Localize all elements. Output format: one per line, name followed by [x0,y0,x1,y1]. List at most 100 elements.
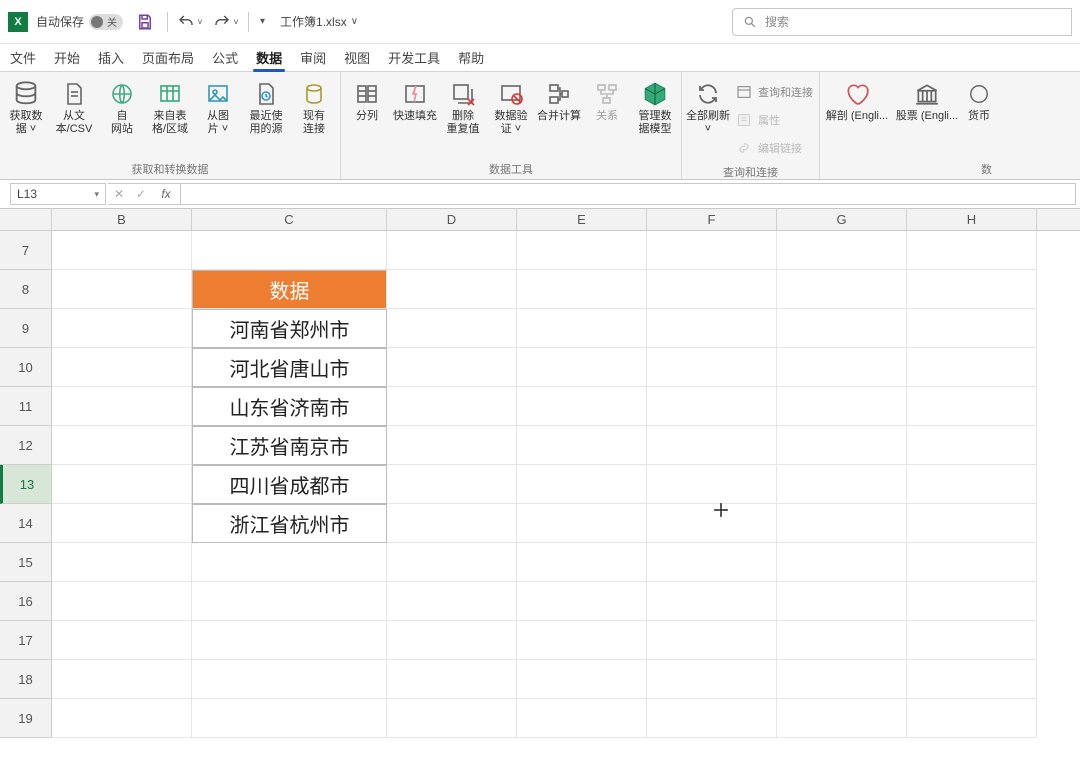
from-web-button[interactable]: 自 网站 [98,76,146,138]
grid-row[interactable]: 15 [0,543,1080,582]
cell[interactable] [907,582,1037,621]
row-header[interactable]: 16 [0,582,52,621]
toggle-off-icon[interactable]: 关 [89,14,123,30]
data-validation-button[interactable]: 数据验 证 ˅ [487,76,535,138]
cell[interactable] [192,621,387,660]
tab-file[interactable]: 文件 [10,44,36,71]
col-header[interactable]: C [192,209,387,230]
manage-model-button[interactable]: 管理数 据模型 [631,76,679,138]
row-header[interactable]: 15 [0,543,52,582]
cell[interactable] [517,231,647,270]
cell[interactable] [777,309,907,348]
cell[interactable] [517,309,647,348]
remove-duplicates-button[interactable]: 删除 重复值 [439,76,487,138]
cell[interactable] [387,582,517,621]
cell[interactable] [777,348,907,387]
row-header[interactable]: 12 [0,426,52,465]
recent-sources-button[interactable]: 最近使 用的源 [242,76,290,138]
tab-review[interactable]: 审阅 [300,44,326,71]
cell[interactable] [52,387,192,426]
cell[interactable] [52,465,192,504]
cell[interactable] [517,426,647,465]
cell[interactable] [647,621,777,660]
cell[interactable] [907,465,1037,504]
row-header[interactable]: 7 [0,231,52,270]
cell[interactable] [907,348,1037,387]
tab-data[interactable]: 数据 [256,44,282,71]
currency-type-button[interactable]: 货币 [962,76,996,125]
cell[interactable] [387,465,517,504]
cell[interactable] [907,699,1037,738]
cell[interactable] [387,348,517,387]
cell[interactable] [387,504,517,543]
cell[interactable] [517,621,647,660]
cell[interactable] [387,621,517,660]
row-header[interactable]: 9 [0,309,52,348]
cell[interactable] [777,621,907,660]
grid-row[interactable]: 17 [0,621,1080,660]
stocks-type-button[interactable]: 股票 (Engli... [892,76,962,125]
row-header[interactable]: 17 [0,621,52,660]
anatomy-type-button[interactable]: 解剖 (Engli... [822,76,892,125]
cell[interactable] [52,543,192,582]
cell[interactable] [517,465,647,504]
cell[interactable]: 河南省郑州市 [192,309,387,348]
cell[interactable] [907,426,1037,465]
filename[interactable]: 工作簿1.xlsx ∨ [276,13,362,30]
select-all-corner[interactable] [0,209,52,230]
cell[interactable] [192,699,387,738]
cell[interactable] [52,621,192,660]
cell[interactable] [387,309,517,348]
col-header[interactable]: D [387,209,517,230]
text-to-columns-button[interactable]: 分列 [343,76,391,125]
cell[interactable] [192,543,387,582]
formula-input[interactable] [181,183,1076,205]
grid-row[interactable]: 13四川省成都市 [0,465,1080,504]
grid-row[interactable]: 11山东省济南市 [0,387,1080,426]
grid-row[interactable]: 12江苏省南京市 [0,426,1080,465]
tab-layout[interactable]: 页面布局 [142,44,194,71]
cell[interactable] [777,543,907,582]
redo-icon[interactable]: ˅ [212,8,240,36]
cell[interactable] [387,231,517,270]
col-header[interactable]: B [52,209,192,230]
cell[interactable] [907,270,1037,309]
cell[interactable] [647,660,777,699]
cell[interactable] [647,387,777,426]
cell[interactable]: 浙江省杭州市 [192,504,387,543]
cell[interactable] [517,699,647,738]
cell[interactable] [52,270,192,309]
grid-row[interactable]: 7 [0,231,1080,270]
row-header[interactable]: 10 [0,348,52,387]
cell[interactable] [192,660,387,699]
search-input[interactable]: 搜索 [732,8,1072,36]
cell[interactable] [52,426,192,465]
grid-row[interactable]: 10河北省唐山市 [0,348,1080,387]
queries-connections-button[interactable]: 查询和连接 [736,80,813,104]
save-icon[interactable] [131,8,159,36]
tab-formulas[interactable]: 公式 [212,44,238,71]
cell[interactable] [777,699,907,738]
tab-home[interactable]: 开始 [54,44,80,71]
cell[interactable] [517,504,647,543]
col-header[interactable]: E [517,209,647,230]
existing-conn-button[interactable]: 现有 连接 [290,76,338,138]
autosave-toggle[interactable]: 自动保存 关 [36,13,123,30]
cell[interactable] [387,270,517,309]
cell[interactable] [647,465,777,504]
cell[interactable]: 四川省成都市 [192,465,387,504]
cell[interactable] [647,309,777,348]
cell[interactable] [647,348,777,387]
cell[interactable] [907,231,1037,270]
grid-row[interactable]: 18 [0,660,1080,699]
cell[interactable] [647,231,777,270]
refresh-all-button[interactable]: 全部刷新 ˅ [684,76,732,138]
cell[interactable] [517,387,647,426]
cell[interactable]: 山东省济南市 [192,387,387,426]
cell[interactable] [907,660,1037,699]
cell[interactable] [517,660,647,699]
cell[interactable] [52,309,192,348]
properties-button[interactable]: 属性 [736,108,813,132]
grid-row[interactable]: 8数据 [0,270,1080,309]
grid-row[interactable]: 16 [0,582,1080,621]
